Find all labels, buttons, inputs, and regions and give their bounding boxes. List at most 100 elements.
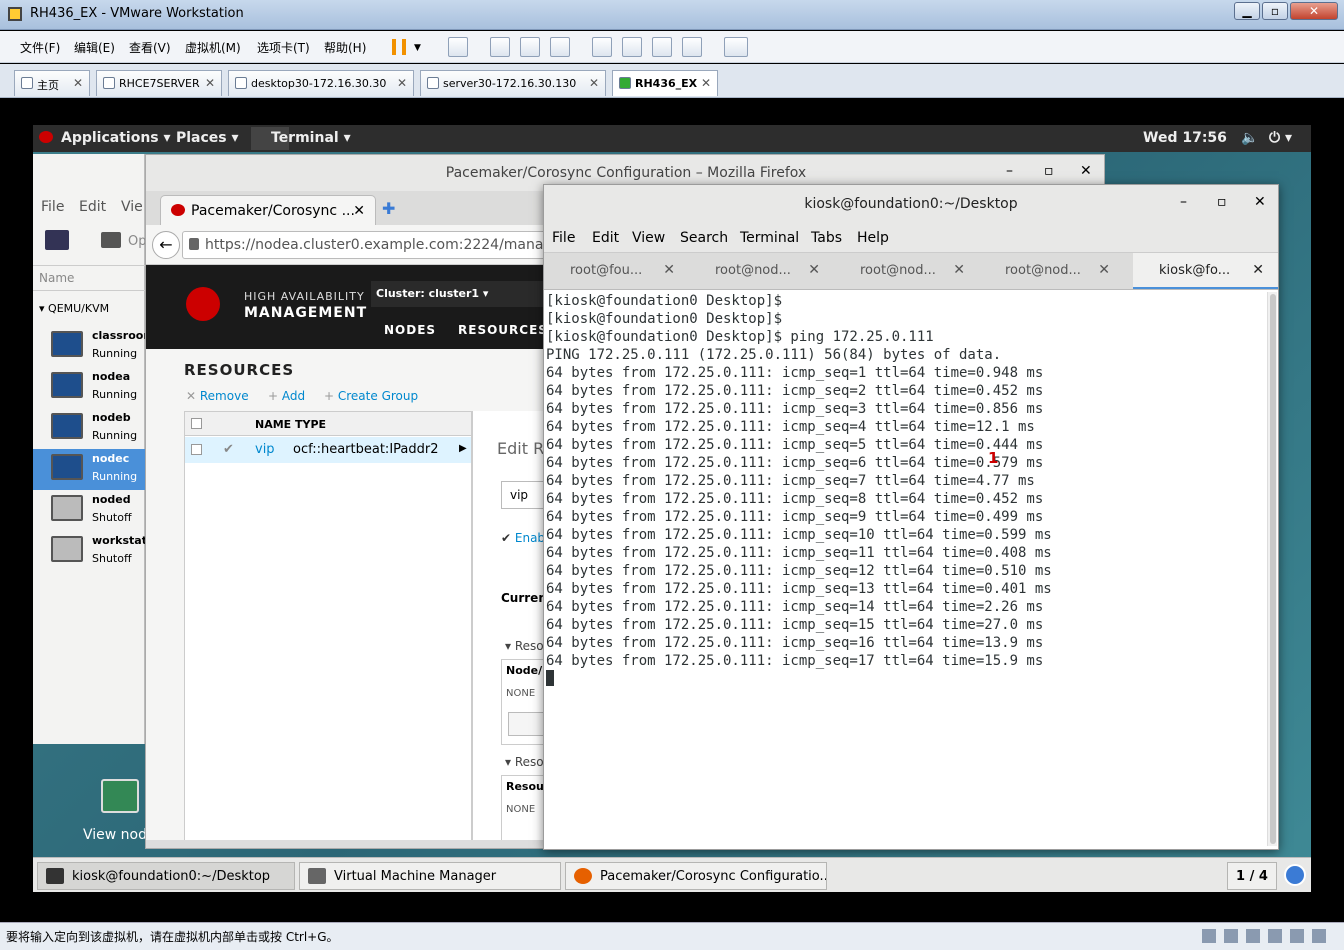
task-terminal[interactable]: kiosk@foundation0:~/Desktop bbox=[37, 862, 295, 890]
sidebar-icon[interactable] bbox=[592, 37, 612, 57]
nav-resources[interactable]: RESOURCES bbox=[458, 323, 548, 337]
notification-icon[interactable] bbox=[1284, 864, 1306, 886]
resource-name[interactable]: vip bbox=[255, 442, 275, 457]
virt-menu-edit[interactable]: Edit bbox=[79, 199, 106, 215]
vm-row-workstation[interactable]: workstat Shutoff bbox=[33, 531, 147, 572]
task-virt-manager[interactable]: Virtual Machine Manager bbox=[299, 862, 561, 890]
tab-rhce7server[interactable]: RHCE7SERVER ✕ bbox=[96, 70, 222, 96]
term-close-button[interactable]: ✕ bbox=[1254, 194, 1266, 210]
tab-rh436-ex[interactable]: RH436_EX ✕ bbox=[612, 70, 718, 96]
console-view-icon[interactable] bbox=[724, 37, 748, 57]
unity-icon[interactable] bbox=[682, 37, 702, 57]
vm-row-classroom[interactable]: classroon Running bbox=[33, 326, 151, 367]
terminal-app-menu[interactable]: Terminal ▾ bbox=[271, 130, 351, 146]
terminal-output[interactable]: [kiosk@foundation0 Desktop]$ [kiosk@found… bbox=[546, 292, 1266, 846]
term-minimize-button[interactable]: – bbox=[1180, 194, 1187, 210]
close-icon[interactable]: ✕ bbox=[205, 76, 215, 90]
add-resource-link[interactable]: + Add bbox=[268, 389, 305, 403]
virt-menu-view[interactable]: Vie bbox=[121, 199, 143, 215]
close-icon[interactable]: ✕ bbox=[701, 76, 711, 90]
row-checkbox[interactable] bbox=[191, 444, 202, 455]
ff-minimize-button[interactable]: – bbox=[1006, 163, 1013, 179]
ff-maximize-button[interactable]: ▫ bbox=[1044, 163, 1054, 179]
fullscreen-icon[interactable] bbox=[652, 37, 672, 57]
menu-vm[interactable]: 虚拟机(M) bbox=[185, 39, 241, 56]
menu-help[interactable]: 帮助(H) bbox=[324, 39, 366, 56]
clock[interactable]: Wed 17:56 bbox=[1143, 130, 1227, 146]
term-tab-5[interactable]: kiosk@fo... ✕ bbox=[1133, 253, 1278, 289]
tab-desktop30[interactable]: desktop30-172.16.30.30 ✕ bbox=[228, 70, 414, 96]
term-menu-help[interactable]: Help bbox=[857, 230, 889, 246]
task-firefox[interactable]: Pacemaker/Corosync Configuratio... bbox=[565, 862, 827, 890]
close-icon[interactable]: ✕ bbox=[953, 262, 965, 278]
term-maximize-button[interactable]: ▫ bbox=[1217, 194, 1227, 210]
close-icon[interactable]: ✕ bbox=[589, 76, 599, 90]
back-button[interactable]: ← bbox=[152, 231, 180, 259]
device-icons[interactable] bbox=[1202, 929, 1334, 943]
volume-icon[interactable]: 🔈 bbox=[1241, 130, 1258, 146]
menu-view[interactable]: 查看(V) bbox=[129, 39, 171, 56]
terminal-scrollbar[interactable] bbox=[1267, 292, 1277, 846]
pause-icon[interactable] bbox=[392, 39, 406, 55]
guest-screen[interactable]: Applications ▾ Places ▾ Terminal ▾ Wed 1… bbox=[33, 125, 1311, 892]
dropdown-icon[interactable]: ▼ bbox=[414, 43, 421, 53]
power-icon[interactable]: ⏻ ▾ bbox=[1269, 130, 1292, 146]
desktop-icon-label[interactable]: View nod bbox=[83, 827, 147, 843]
places-menu[interactable]: Places ▾ bbox=[176, 130, 239, 146]
name-column-header[interactable]: Name bbox=[33, 265, 145, 291]
remove-resource-link[interactable]: ✕ Remove bbox=[186, 389, 249, 403]
menu-edit[interactable]: 编辑(E) bbox=[74, 39, 115, 56]
term-tab-1[interactable]: root@fou... ✕ bbox=[544, 253, 689, 289]
scrollbar-thumb[interactable] bbox=[1270, 294, 1276, 844]
term-menu-edit[interactable]: Edit bbox=[592, 230, 619, 246]
snapshot-manager-icon[interactable] bbox=[550, 37, 570, 57]
table-row[interactable]: ✔ vip ocf::heartbeat:IPaddr2 ▶ bbox=[185, 437, 471, 463]
send-ctrl-alt-del-icon[interactable] bbox=[448, 37, 468, 57]
vm-row-nodec[interactable]: nodec Running bbox=[33, 449, 145, 490]
term-menu-view[interactable]: View bbox=[632, 230, 665, 246]
workspace-indicator[interactable]: 1 / 4 bbox=[1227, 862, 1277, 890]
term-tab-4[interactable]: root@nod... ✕ bbox=[979, 253, 1124, 289]
nav-nodes[interactable]: NODES bbox=[384, 323, 436, 337]
resource-section-2[interactable]: ▾ Reso bbox=[505, 755, 544, 769]
quick-switch-icon[interactable] bbox=[622, 37, 642, 57]
tab-server30[interactable]: server30-172.16.30.130 ✕ bbox=[420, 70, 606, 96]
menu-file[interactable]: 文件(F) bbox=[20, 39, 60, 56]
ff-close-button[interactable]: ✕ bbox=[1080, 163, 1092, 179]
term-tab-3[interactable]: root@nod... ✕ bbox=[834, 253, 979, 289]
term-menu-file[interactable]: File bbox=[552, 230, 575, 246]
close-button[interactable]: ✕ bbox=[1290, 2, 1338, 20]
minimize-button[interactable]: ▁ bbox=[1234, 2, 1260, 20]
tab-home[interactable]: 主页 ✕ bbox=[14, 70, 90, 96]
applications-menu[interactable]: Applications ▾ bbox=[61, 130, 171, 146]
enable-link[interactable]: ✔ Enab bbox=[501, 531, 545, 545]
create-group-link[interactable]: + Create Group bbox=[324, 389, 418, 403]
close-icon[interactable]: ✕ bbox=[663, 262, 675, 278]
open-vm-icon[interactable] bbox=[101, 232, 121, 248]
connection-group[interactable]: ▾ QEMU/KVM bbox=[39, 302, 109, 315]
maximize-button[interactable]: ▫ bbox=[1262, 2, 1288, 20]
snapshot-icon[interactable] bbox=[490, 37, 510, 57]
term-tab-2[interactable]: root@nod... ✕ bbox=[689, 253, 834, 289]
virt-menu-file[interactable]: File bbox=[41, 199, 64, 215]
close-icon[interactable]: ✕ bbox=[1098, 262, 1110, 278]
vm-row-noded[interactable]: noded Shutoff bbox=[33, 490, 145, 531]
vm-row-nodea[interactable]: nodea Running bbox=[33, 367, 145, 408]
term-menu-terminal[interactable]: Terminal bbox=[740, 230, 799, 246]
close-icon[interactable]: ✕ bbox=[808, 262, 820, 278]
menu-tabs[interactable]: 选项卡(T) bbox=[257, 39, 310, 56]
term-menu-tabs[interactable]: Tabs bbox=[811, 230, 842, 246]
vm-row-nodeb[interactable]: nodeb Running bbox=[33, 408, 145, 449]
desktop-computer-icon[interactable] bbox=[101, 779, 139, 813]
close-icon[interactable]: ✕ bbox=[73, 76, 83, 90]
close-icon[interactable]: ✕ bbox=[353, 203, 365, 219]
firefox-tab[interactable]: Pacemaker/Corosync ... ✕ bbox=[160, 195, 376, 225]
select-all-checkbox[interactable] bbox=[191, 418, 202, 429]
new-tab-button[interactable]: ✚ bbox=[382, 199, 395, 218]
new-vm-icon[interactable] bbox=[45, 230, 69, 250]
term-menu-search[interactable]: Search bbox=[680, 230, 728, 246]
close-icon[interactable]: ✕ bbox=[397, 76, 407, 90]
revert-snapshot-icon[interactable] bbox=[520, 37, 540, 57]
close-icon[interactable]: ✕ bbox=[1252, 262, 1264, 278]
resource-section-1[interactable]: ▾ Reso bbox=[505, 639, 544, 653]
